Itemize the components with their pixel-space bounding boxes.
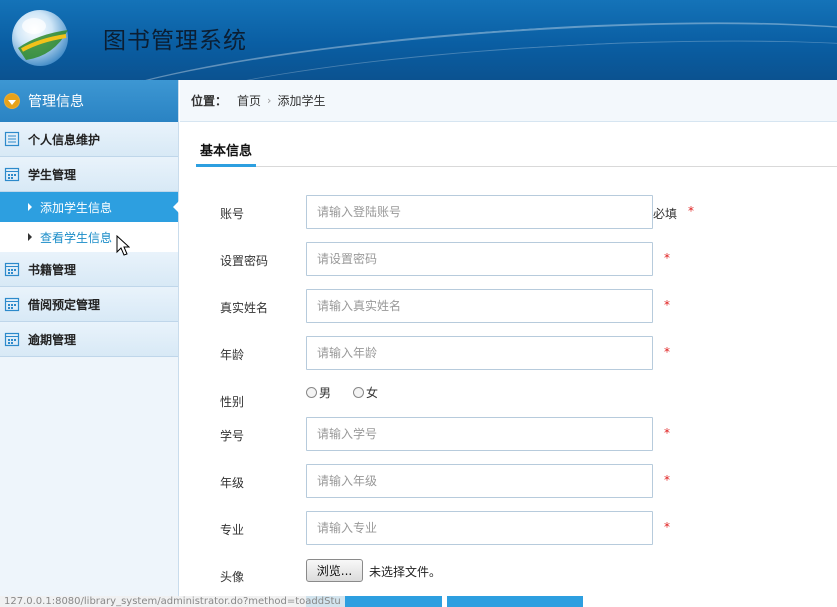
tab-bar: 基本信息 <box>196 140 837 167</box>
breadcrumb: 位置： 首页 › 添加学生 <box>180 80 837 122</box>
account-input[interactable] <box>306 195 653 229</box>
browser-status-url: 127.0.0.1:8080/library_system/administra… <box>0 596 345 607</box>
sidebar-subitem-label: 添加学生信息 <box>40 200 113 215</box>
tab-basic-info[interactable]: 基本信息 <box>196 140 257 167</box>
age-label: 年龄 <box>220 348 245 362</box>
sidebar-heading-label: 管理信息 <box>28 94 84 110</box>
gender-radio-group: 男 女 <box>306 384 400 401</box>
chevron-down-icon <box>4 93 20 109</box>
sidebar-item-profile[interactable]: 个人信息维护 <box>0 122 178 157</box>
file-status: 未选择文件。 <box>369 565 442 579</box>
reset-button[interactable] <box>447 596 583 607</box>
required-mark: * <box>664 345 670 359</box>
major-label: 专业 <box>220 523 245 537</box>
globe-logo-icon <box>12 10 68 66</box>
required-mark: * <box>688 204 694 218</box>
realname-input[interactable] <box>306 289 653 323</box>
realname-label: 真实姓名 <box>220 301 269 315</box>
list-icon <box>4 131 20 147</box>
browse-file-button[interactable]: 浏览... <box>306 559 363 582</box>
chevron-right-icon: › <box>267 94 272 107</box>
sidebar-item-label: 个人信息维护 <box>28 132 101 147</box>
sidebar-item-borrow[interactable]: 借阅预定管理 <box>0 287 178 322</box>
mouse-cursor-icon <box>116 235 130 256</box>
required-mark: * <box>664 298 670 312</box>
sidebar-heading[interactable]: 管理信息 <box>0 80 178 122</box>
sidebar-subitem-add-student[interactable]: 添加学生信息 <box>0 192 179 222</box>
breadcrumb-home-link[interactable]: 首页 <box>237 92 261 109</box>
required-note: 必填 <box>653 207 678 221</box>
gender-male-label: 男 <box>319 386 332 400</box>
sidebar-item-overdue[interactable]: 逾期管理 <box>0 322 178 357</box>
gender-female-radio[interactable] <box>353 387 365 398</box>
required-mark: * <box>664 251 670 265</box>
password-label: 设置密码 <box>220 254 269 268</box>
sidebar: 管理信息 个人信息维护 学生管理 添加学生信息 查看学生信息 书籍管理 借阅预定… <box>0 80 179 607</box>
sidebar-subitem-label: 查看学生信息 <box>40 230 113 245</box>
calendar-icon <box>4 167 20 182</box>
gender-label: 性别 <box>220 395 245 409</box>
student-no-label: 学号 <box>220 429 245 443</box>
sidebar-item-label: 学生管理 <box>28 167 77 182</box>
sidebar-item-label: 书籍管理 <box>28 262 77 277</box>
app-header: 图书管理系统 <box>0 0 837 80</box>
avatar-label: 头像 <box>220 570 245 584</box>
breadcrumb-current: 添加学生 <box>277 94 326 108</box>
sidebar-item-books[interactable]: 书籍管理 <box>0 252 178 287</box>
sidebar-item-label: 逾期管理 <box>28 332 77 347</box>
required-mark: * <box>664 520 670 534</box>
gender-male-radio[interactable] <box>306 387 317 398</box>
caret-right-icon <box>28 203 32 211</box>
breadcrumb-label: 位置： <box>191 94 228 108</box>
account-label: 账号 <box>220 207 245 221</box>
app-title: 图书管理系统 <box>103 28 247 54</box>
sidebar-subitem-view-students[interactable]: 查看学生信息 <box>0 222 178 252</box>
caret-right-icon <box>28 233 32 241</box>
required-mark: * <box>664 426 670 440</box>
required-mark: * <box>664 473 670 487</box>
grade-label: 年级 <box>220 476 245 490</box>
major-input[interactable] <box>306 511 653 545</box>
sidebar-item-label: 借阅预定管理 <box>28 297 101 312</box>
sidebar-item-students[interactable]: 学生管理 <box>0 157 178 192</box>
student-no-input[interactable] <box>306 417 653 451</box>
calendar-icon <box>4 297 20 312</box>
age-input[interactable] <box>306 336 653 370</box>
calendar-icon <box>4 332 20 347</box>
password-input[interactable] <box>306 242 653 276</box>
calendar-icon <box>4 262 20 277</box>
gender-female-label: 女 <box>366 386 379 400</box>
grade-input[interactable] <box>306 464 653 498</box>
